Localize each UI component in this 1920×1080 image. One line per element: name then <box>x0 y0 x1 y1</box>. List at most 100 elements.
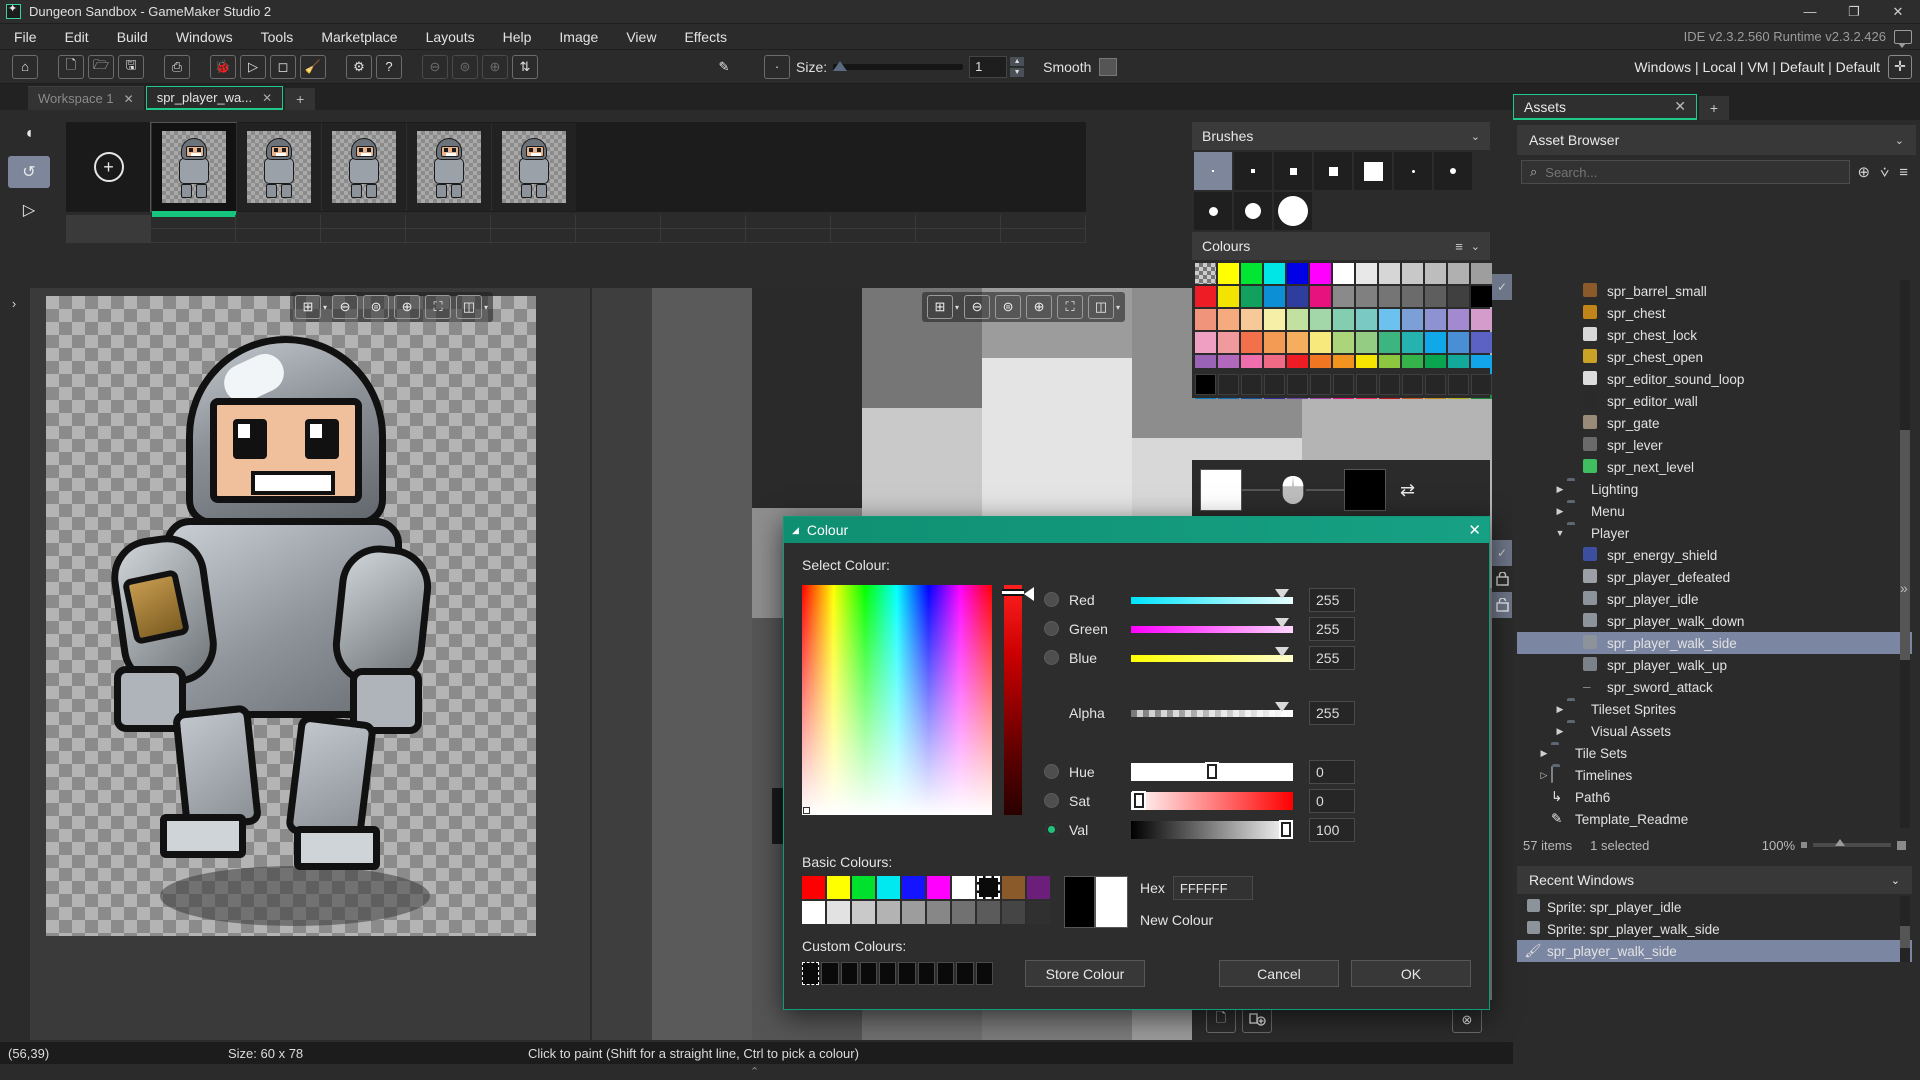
add-layer-icon[interactable] <box>1242 1007 1272 1033</box>
colour-swatch[interactable] <box>1448 263 1469 284</box>
hue-slider[interactable] <box>1002 585 1034 815</box>
zoom-reset-icon[interactable]: ⊜ <box>995 295 1022 319</box>
basic-colour-swatch[interactable] <box>852 876 875 899</box>
sprite-canvas-normal[interactable]: ⊞ ▾ ⊖ ⊜ ⊕ ⛶ ◫ ▾ <box>30 288 590 1040</box>
menu-tools[interactable]: Tools <box>247 24 308 50</box>
menu-icon[interactable]: ≡ <box>1455 239 1463 254</box>
asset-item[interactable]: spr_chest <box>1517 302 1912 324</box>
recent-window-item[interactable]: 🖌 spr_player_walk_side <box>1517 940 1912 962</box>
twisty-icon[interactable]: ▷ <box>1537 770 1551 781</box>
red-value[interactable]: 255 <box>1309 587 1355 612</box>
empty-swatch[interactable] <box>1356 374 1377 395</box>
custom-swatch[interactable] <box>840 962 858 985</box>
saturation-value-picker[interactable] <box>802 585 992 815</box>
asset-folder[interactable]: ▶ Visual Assets <box>1517 720 1912 742</box>
tab-assets[interactable]: Assets ✕ <box>1513 94 1697 120</box>
clean-button[interactable]: 🧹 <box>300 54 326 79</box>
chat-icon[interactable] <box>1894 29 1912 48</box>
asset-item[interactable]: spr_player_walk_up <box>1517 654 1912 676</box>
custom-swatch[interactable] <box>975 962 993 985</box>
search-input[interactable] <box>1545 164 1841 180</box>
val-value[interactable]: 100 <box>1309 817 1355 842</box>
menu-marketplace[interactable]: Marketplace <box>307 24 411 50</box>
twisty-icon[interactable]: ▼ <box>1553 528 1567 538</box>
pencil-tool-icon[interactable]: ✎ <box>710 55 738 79</box>
sat-radio[interactable] <box>1044 793 1059 808</box>
colour-swatch[interactable] <box>1425 263 1446 284</box>
red-slider[interactable] <box>1131 588 1293 605</box>
colour-swatch[interactable] <box>1333 263 1354 284</box>
brush-square-5[interactable] <box>1274 152 1312 190</box>
colour-swatch[interactable] <box>1471 332 1492 353</box>
colour-swatch[interactable] <box>1356 309 1377 330</box>
fit-icon[interactable]: ⛶ <box>1057 295 1084 319</box>
empty-swatch[interactable] <box>1471 374 1492 395</box>
asset-tree[interactable]: spr_barrel_small spr_chest spr_chest_lock s… <box>1517 280 1912 828</box>
asset-item[interactable]: spr_chest_open <box>1517 346 1912 368</box>
twisty-icon[interactable]: ▶ <box>1553 484 1567 495</box>
asset-item[interactable]: spr_barrel_small <box>1517 280 1912 302</box>
colour-dialog-titlebar[interactable]: ◢ Colour ✕ <box>784 517 1489 543</box>
green-slider[interactable] <box>1131 617 1293 634</box>
val-radio[interactable] <box>1044 822 1059 837</box>
foreground-colour-swatch[interactable] <box>1200 469 1242 511</box>
loop-icon[interactable]: ↺ <box>8 156 50 188</box>
asset-item[interactable]: spr_player_walk_side <box>1517 632 1912 654</box>
colour-swatch[interactable] <box>1356 286 1377 307</box>
colour-swatch[interactable] <box>1448 309 1469 330</box>
run-button[interactable]: ▷ <box>240 54 266 79</box>
asset-item[interactable]: spr_editor_wall <box>1517 390 1912 412</box>
twisty-icon[interactable]: ▶ <box>1537 748 1551 759</box>
chevron-down-icon[interactable]: ⌄ <box>1891 874 1900 887</box>
blue-value[interactable]: 255 <box>1309 645 1355 670</box>
empty-swatch[interactable] <box>1425 374 1446 395</box>
brush-preview[interactable]: · <box>764 54 790 79</box>
asset-item[interactable]: spr_editor_sound_loop <box>1517 368 1912 390</box>
asset-folder[interactable]: ▶ Lighting <box>1517 478 1912 500</box>
colour-swatch[interactable] <box>1310 332 1331 353</box>
brush-square-13[interactable] <box>1354 152 1392 190</box>
asset-folder[interactable]: ▶ Tileset Sprites <box>1517 698 1912 720</box>
colour-swatch[interactable] <box>1287 332 1308 353</box>
colour-swatch[interactable] <box>1195 286 1216 307</box>
brush-circle-17[interactable] <box>1274 192 1312 230</box>
ok-button[interactable]: OK <box>1350 960 1471 987</box>
zoom-in-icon[interactable]: ⊕ <box>394 295 421 319</box>
asset-folder[interactable]: ▷ Timelines <box>1517 764 1912 786</box>
custom-swatch[interactable] <box>859 962 878 985</box>
colour-swatch[interactable] <box>1195 263 1216 284</box>
asset-folder[interactable]: ▶ Tile Sets <box>1517 742 1912 764</box>
basic-colour-swatch[interactable] <box>952 901 975 924</box>
alpha-value[interactable]: 255 <box>1309 700 1355 725</box>
menu-edit[interactable]: Edit <box>51 24 103 50</box>
tab-close-icon[interactable]: ✕ <box>1674 98 1686 115</box>
tab-close-icon[interactable]: ✕ <box>124 92 134 106</box>
new-project-button[interactable]: 🗋 <box>58 54 84 79</box>
colour-swatch[interactable] <box>1287 309 1308 330</box>
lock-closed-icon[interactable] <box>1492 566 1512 592</box>
colour-swatch[interactable] <box>1287 263 1308 284</box>
open-project-button[interactable]: 🗁 <box>88 54 114 79</box>
colour-swatch[interactable] <box>1448 332 1469 353</box>
asset-folder[interactable]: ▶ Menu <box>1517 500 1912 522</box>
colour-swatch[interactable] <box>1195 332 1216 353</box>
grid-icon[interactable]: ⊞ <box>295 295 321 319</box>
asset-item[interactable]: spr_lever <box>1517 434 1912 456</box>
recent-windows-list[interactable]: Sprite: spr_player_idle Sprite: spr_playe… <box>1517 896 1912 962</box>
basic-colour-swatch[interactable] <box>977 901 1000 924</box>
chevron-down-icon[interactable]: ▾ <box>1116 303 1120 312</box>
minimize-button[interactable]: — <box>1788 0 1832 24</box>
menu-build[interactable]: Build <box>103 24 162 50</box>
tab-workspace-1[interactable]: Workspace 1 ✕ <box>28 86 144 110</box>
colour-swatch[interactable] <box>1218 309 1239 330</box>
recent-scrollbar[interactable] <box>1900 896 1910 962</box>
zoom-out-button[interactable]: ⊖ <box>422 54 448 79</box>
stepper-up[interactable]: ▲ <box>1009 55 1026 67</box>
menu-layouts[interactable]: Layouts <box>412 24 489 50</box>
colours-panel-header[interactable]: Colours ≡ ⌄ <box>1192 232 1490 260</box>
colour-swatch[interactable] <box>1218 263 1239 284</box>
frame-timeline-track[interactable] <box>66 215 1086 245</box>
chevron-down-icon[interactable]: ▾ <box>484 303 488 312</box>
colour-swatch[interactable] <box>1241 309 1262 330</box>
chevron-down-icon[interactable]: ⌄ <box>1895 134 1904 147</box>
